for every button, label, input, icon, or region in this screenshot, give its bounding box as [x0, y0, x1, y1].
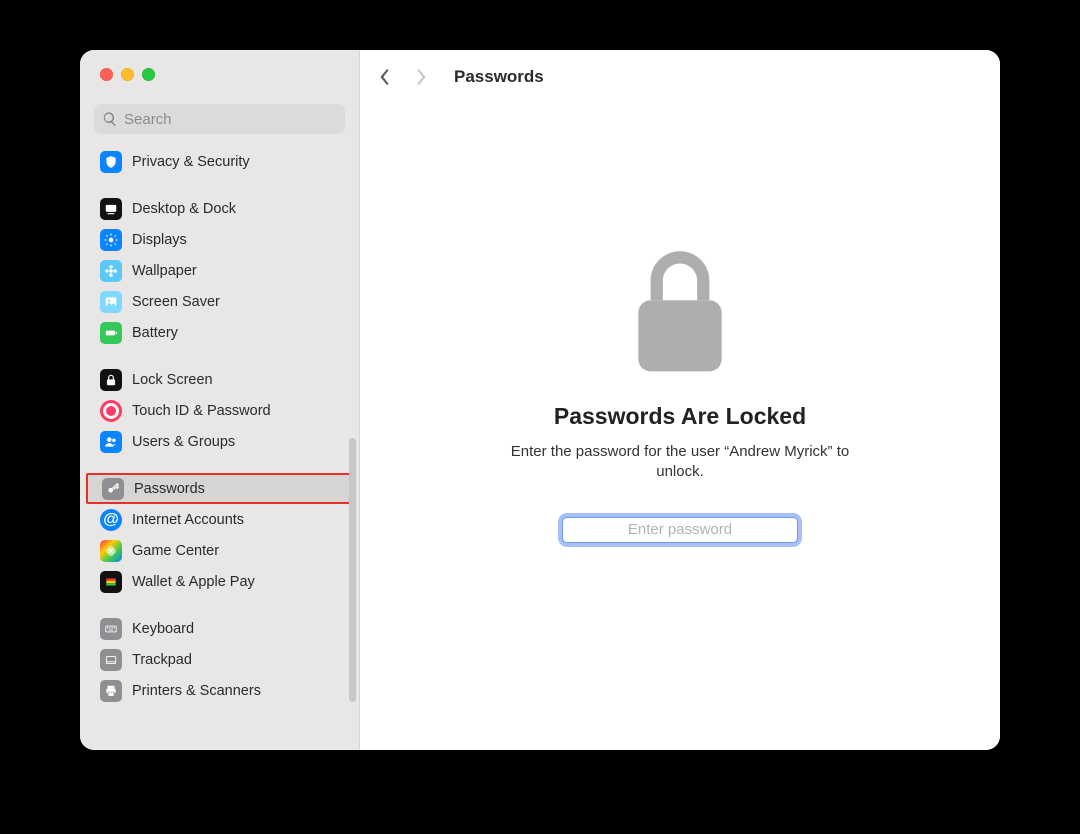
sidebar-list: Privacy & Security Desktop & Dock Displays… [80, 142, 359, 750]
zoom-window-button[interactable] [142, 68, 155, 81]
sidebar-item-lock-screen[interactable]: Lock Screen [86, 364, 353, 395]
system-settings-window: Privacy & Security Desktop & Dock Displays… [80, 50, 1000, 750]
password-input[interactable] [562, 517, 798, 543]
sidebar-item-desktop-dock[interactable]: Desktop & Dock [86, 193, 353, 224]
sidebar-item-label: Keyboard [132, 621, 194, 637]
photo-icon [100, 291, 122, 313]
sidebar-item-wallet-apple-pay[interactable]: Wallet & Apple Pay [86, 566, 353, 597]
sidebar-item-label: Passwords [134, 481, 205, 497]
sidebar-item-screen-saver[interactable]: Screen Saver [86, 286, 353, 317]
main-panel: Passwords Passwords Are Locked Enter the… [360, 50, 1000, 750]
sidebar-item-wallpaper[interactable]: Wallpaper [86, 255, 353, 286]
keyboard-icon [100, 618, 122, 640]
sidebar-item-internet-accounts[interactable]: @ Internet Accounts [86, 504, 353, 535]
sidebar-item-displays[interactable]: Displays [86, 224, 353, 255]
wallet-icon [100, 571, 122, 593]
locked-subtitle: Enter the password for the user “Andrew … [490, 442, 870, 483]
printer-icon [100, 680, 122, 702]
sidebar-item-label: Displays [132, 232, 187, 248]
sun-icon [100, 229, 122, 251]
search-field-wrap [94, 104, 345, 134]
sidebar-item-label: Desktop & Dock [132, 201, 236, 217]
sidebar-item-label: Wallet & Apple Pay [132, 574, 255, 590]
password-field-wrap [562, 517, 798, 543]
sidebar-item-label: Users & Groups [132, 434, 235, 450]
sidebar-item-touch-id-password[interactable]: Touch ID & Password [86, 395, 353, 426]
sidebar-item-game-center[interactable]: Game Center [86, 535, 353, 566]
page-title: Passwords [454, 67, 544, 87]
sidebar-item-label: Touch ID & Password [132, 403, 271, 419]
sidebar-item-privacy-security[interactable]: Privacy & Security [86, 146, 353, 177]
sidebar-item-label: Trackpad [132, 652, 192, 668]
scrollbar-thumb[interactable] [349, 438, 356, 702]
forward-button[interactable] [408, 59, 436, 95]
key-icon [102, 478, 124, 500]
locked-content: Passwords Are Locked Enter the password … [360, 104, 1000, 750]
sidebar-item-label: Lock Screen [132, 372, 213, 388]
sidebar: Privacy & Security Desktop & Dock Displays… [80, 50, 360, 750]
sidebar-item-passwords[interactable]: Passwords [86, 473, 351, 504]
sidebar-item-battery[interactable]: Battery [86, 317, 353, 348]
flower-icon [100, 260, 122, 282]
close-window-button[interactable] [100, 68, 113, 81]
sidebar-item-trackpad[interactable]: Trackpad [86, 644, 353, 675]
fingerprint-icon [100, 400, 122, 422]
trackpad-icon [100, 649, 122, 671]
back-button[interactable] [370, 59, 398, 95]
titlebar: Passwords [360, 50, 1000, 104]
minimize-window-button[interactable] [121, 68, 134, 81]
lock-icon [100, 369, 122, 391]
search-input[interactable] [94, 104, 345, 134]
search-icon [102, 111, 118, 127]
game-icon [100, 540, 122, 562]
sidebar-item-printers-scanners[interactable]: Printers & Scanners [86, 675, 353, 706]
people-icon [100, 431, 122, 453]
lock-icon [631, 250, 729, 385]
sidebar-item-label: Wallpaper [132, 263, 197, 279]
window-controls [80, 50, 359, 96]
sidebar-item-label: Internet Accounts [132, 512, 244, 528]
sidebar-item-label: Privacy & Security [132, 154, 250, 170]
sidebar-item-keyboard[interactable]: Keyboard [86, 613, 353, 644]
locked-heading: Passwords Are Locked [554, 403, 806, 430]
sidebar-item-label: Printers & Scanners [132, 683, 261, 699]
shield-icon [100, 151, 122, 173]
dock-icon [100, 198, 122, 220]
sidebar-item-users-groups[interactable]: Users & Groups [86, 426, 353, 457]
battery-icon [100, 322, 122, 344]
at-icon: @ [100, 509, 122, 531]
sidebar-item-label: Screen Saver [132, 294, 220, 310]
sidebar-item-label: Game Center [132, 543, 219, 559]
sidebar-item-label: Battery [132, 325, 178, 341]
